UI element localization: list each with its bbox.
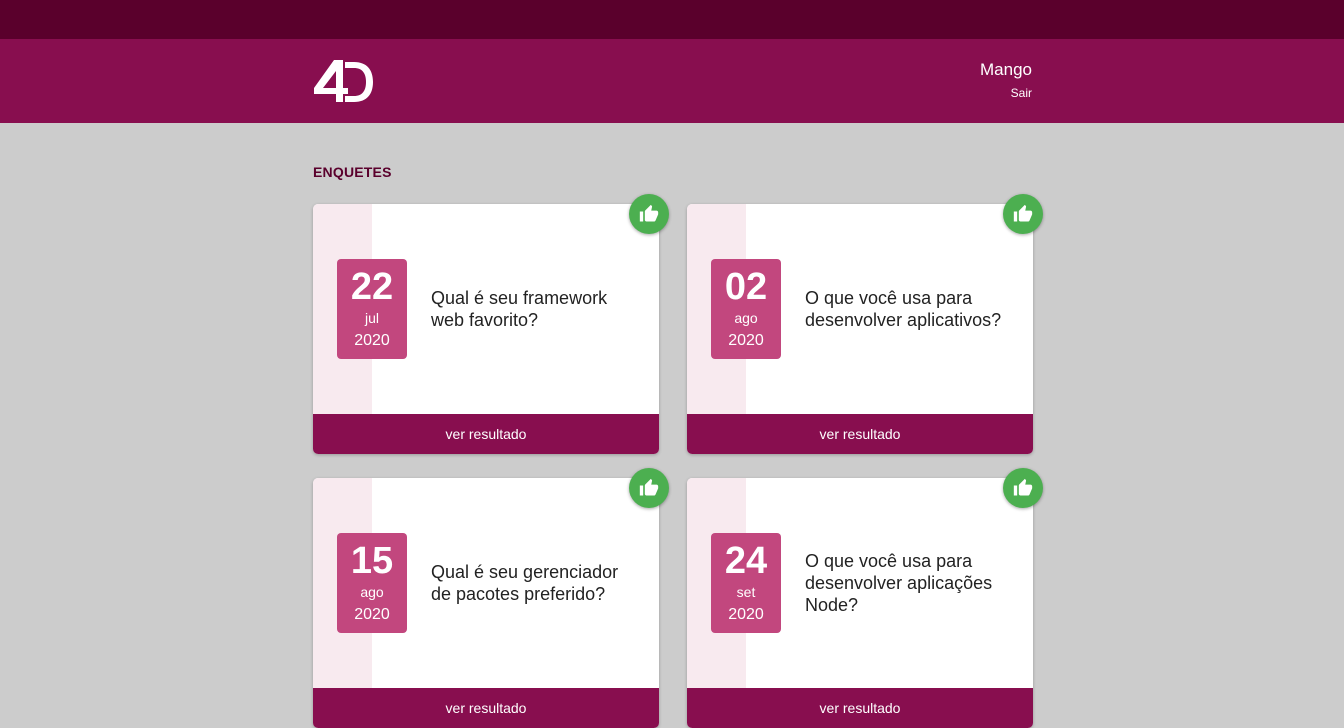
user-menu: Mango Sair — [980, 60, 1032, 100]
logout-link[interactable]: Sair — [980, 86, 1032, 100]
survey-question: Qual é seu framework web favorito? — [431, 288, 608, 330]
date-day: 15 — [350, 540, 394, 582]
survey-question: Qual é seu gerenciador de pacotes prefer… — [431, 562, 619, 604]
thumbs-up-icon[interactable] — [1003, 194, 1043, 234]
date-month: jul — [364, 310, 379, 326]
user-name: Mango — [980, 60, 1032, 79]
date-month: ago — [360, 584, 384, 600]
date-year: 2020 — [354, 332, 390, 349]
thumbs-up-icon[interactable] — [629, 194, 669, 234]
view-result-button[interactable]: ver resultado — [687, 688, 1033, 728]
date-badge: 02 ago 2020 — [711, 259, 781, 359]
page-title: ENQUETES — [313, 164, 392, 180]
date-day: 22 — [350, 266, 394, 308]
date-year: 2020 — [728, 332, 764, 349]
survey-card: 22 jul 2020 Qual é seu framework web fav… — [313, 194, 669, 454]
date-badge: 22 jul 2020 — [337, 259, 407, 359]
header — [0, 39, 1344, 123]
date-month: ago — [734, 310, 758, 326]
survey-card: 02 ago 2020 O que você usa para desenvol… — [687, 194, 1043, 454]
date-day: 02 — [724, 266, 768, 308]
top-bar — [0, 0, 1344, 39]
main-content: ENQUETES — [313, 123, 1033, 180]
survey-card: 15 ago 2020 Qual é seu gerenciador de pa… — [313, 468, 669, 728]
date-year: 2020 — [354, 606, 390, 623]
survey-question: O que você usa para desenvolver aplicaçõ… — [805, 551, 993, 615]
thumbs-up-icon[interactable] — [629, 468, 669, 508]
date-month: set — [736, 584, 756, 600]
view-result-button[interactable]: ver resultado — [313, 688, 659, 728]
view-result-button[interactable]: ver resultado — [313, 414, 659, 454]
date-badge: 15 ago 2020 — [337, 533, 407, 633]
date-day: 24 — [724, 540, 768, 582]
survey-question: O que você usa para desenvolver aplicati… — [805, 288, 1002, 330]
date-badge: 24 set 2020 — [711, 533, 781, 633]
logo — [314, 60, 373, 102]
thumbs-up-icon[interactable] — [1003, 468, 1043, 508]
date-year: 2020 — [728, 606, 764, 623]
survey-card: 24 set 2020 O que você usa para desenvol… — [687, 468, 1043, 728]
view-result-button[interactable]: ver resultado — [687, 414, 1033, 454]
